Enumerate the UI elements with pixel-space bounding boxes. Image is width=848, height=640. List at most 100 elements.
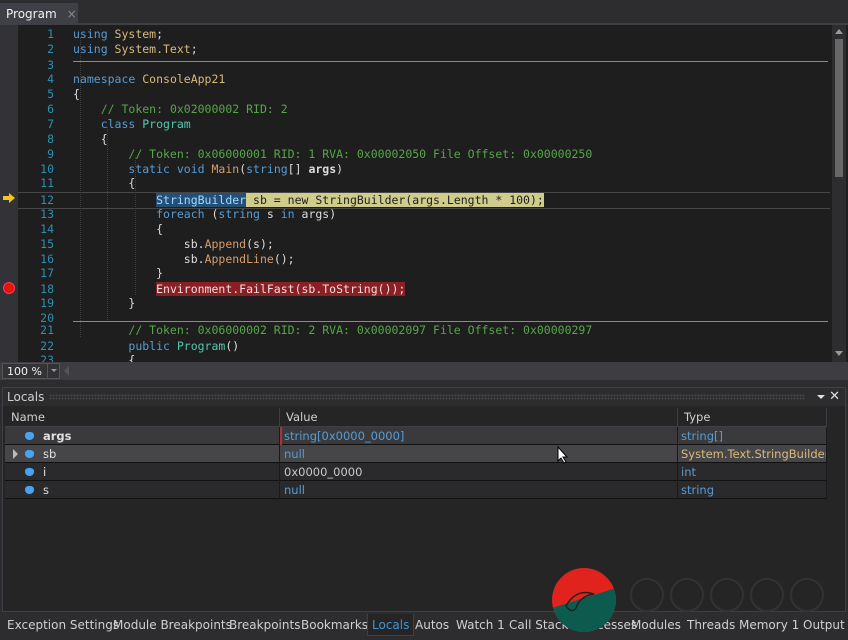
code-text-area[interactable]: 1 using System; 2 using System.Text; 3 4 names… [18,25,830,362]
tool-window-tab-strip: Exception Settings Module Breakpoints Brea… [0,614,848,640]
tool-tab-bookmarks[interactable]: Bookmarks [301,614,368,636]
code-token: ; [190,42,198,56]
variable-type: string [681,483,715,497]
line-number: 10 [40,162,54,176]
locals-row[interactable]: i 0x0000_0000 int [5,463,827,481]
code-line[interactable]: 23 { [18,353,830,362]
code-line[interactable]: 8 { [18,132,830,147]
code-text: { [73,353,135,362]
line-number: 4 [47,72,54,86]
vertical-scrollbar[interactable] [832,25,846,362]
code-token: () [225,339,240,353]
line-number: 13 [40,207,54,221]
code-line[interactable]: 18 Environment.FailFast(sb.ToString()); [18,282,830,297]
variable-value-cell[interactable]: string[0x0000_0000] [280,427,678,445]
code-text: using System; [73,27,163,42]
editor-status-strip: 100 % [0,362,848,380]
variable-type-cell: int [678,463,827,481]
code-line[interactable]: 4 namespace ConsoleApp21 [18,72,830,87]
variable-value-cell[interactable]: null [280,445,678,463]
code-token: { [73,87,80,101]
code-line[interactable]: 6 // Token: 0x02000002 RID: 2 [18,102,830,117]
code-line[interactable]: 14 { [18,222,830,237]
title-grip [49,394,805,400]
document-tab-program[interactable]: Program × [0,3,78,25]
code-line[interactable]: 19 } [18,296,830,311]
code-line[interactable]: 5{ [18,87,830,102]
variable-value-cell[interactable]: null [280,481,678,499]
line-number: 18 [40,282,54,296]
code-line[interactable]: 2 using System.Text; [18,42,830,57]
code-line[interactable]: 12 StringBuilder sb = new StringBuilder(… [18,192,830,209]
code-token: args [308,162,337,176]
code-token: Program [142,117,191,131]
column-header-type[interactable]: Type [678,408,827,427]
zoom-level-combo[interactable]: 100 % [2,363,60,379]
code-token: StringBuilder [156,193,247,207]
variable-type-cell: string [678,481,827,499]
scroll-down-icon[interactable] [835,351,843,356]
code-line[interactable]: 16 sb.AppendLine(); [18,252,830,267]
code-line[interactable]: 7 class Program [18,117,830,132]
locals-row[interactable]: s null string [5,481,827,499]
tool-tab-modules[interactable]: Modules [631,614,681,636]
variable-type: int [681,465,696,479]
locals-title-bar[interactable]: Locals ✕ [3,388,845,406]
column-header-value[interactable]: Value [280,408,678,427]
close-icon[interactable]: × [67,7,77,21]
expand-arrow-icon[interactable] [13,449,18,459]
watermark-text [630,578,824,612]
line-number: 3 [47,58,54,72]
code-token: using [73,27,115,41]
scroll-left-icon[interactable] [64,366,69,376]
column-header-name[interactable]: Name [5,408,280,427]
close-icon[interactable]: ✕ [829,388,840,406]
tool-tab-threads[interactable]: Threads [687,614,735,636]
tool-tab-output[interactable]: Output [803,614,845,636]
scroll-up-icon[interactable] [835,29,843,34]
locals-row[interactable]: args string[0x0000_0000] string[] [5,427,827,445]
scroll-thumb[interactable] [835,39,843,177]
tool-tab-locals[interactable]: Locals [367,614,415,636]
line-number: 23 [40,353,54,362]
tool-tab-watch-1[interactable]: Watch 1 [456,614,505,636]
variable-type: System.Text.StringBuilder [681,447,827,461]
code-token: Environment.FailFast(sb.ToString()); [156,282,406,296]
window-menu-dropdown-icon[interactable] [817,395,825,399]
code-editor[interactable]: 1 using System; 2 using System.Text; 3 4 names… [0,25,848,362]
variable-name: i [43,465,47,479]
code-line[interactable]: 1 using System; [18,27,830,42]
code-line[interactable]: 9 // Token: 0x06000001 RID: 1 RVA: 0x000… [18,147,830,162]
glyph-margin[interactable] [0,25,18,362]
code-line[interactable]: 10 static void Main(string[] args) [18,162,830,177]
code-line[interactable]: 11 { [18,176,830,191]
variable-value-cell[interactable]: 0x0000_0000 [280,463,678,481]
line-number: 12 [40,193,54,207]
code-token: // Token: 0x06000001 RID: 1 RVA: 0x00002… [128,147,593,161]
line-number: 2 [47,42,54,56]
tool-tab-memory-1[interactable]: Memory 1 [739,614,799,636]
tool-tab-exception-settings[interactable]: Exception Settings [7,614,119,636]
tool-tab-breakpoints[interactable]: Breakpoints [229,614,300,636]
code-token: in [280,207,302,221]
code-line[interactable]: 15 sb.Append(s); [18,237,830,252]
variable-type: string[] [681,429,723,443]
code-text: using System.Text; [73,42,198,57]
locals-title: Locals [7,390,45,404]
tool-tab-module-breakpoints[interactable]: Module Breakpoints [113,614,232,636]
code-line[interactable]: 17 } [18,266,830,281]
code-text: } [73,296,135,311]
tool-tab-autos[interactable]: Autos [415,614,449,636]
code-line[interactable]: 21 // Token: 0x06000002 RID: 2 RVA: 0x00… [18,323,830,338]
code-text: { [73,87,80,102]
breakpoint-icon[interactable] [3,282,15,294]
code-token: s [266,207,281,221]
code-line[interactable]: 22 public Program() [18,339,830,354]
locals-row[interactable]: sb null System.Text.StringBuilder [5,445,827,463]
code-line[interactable]: 13 foreach (string s in args) [18,207,830,222]
chevron-down-icon[interactable] [47,364,59,378]
